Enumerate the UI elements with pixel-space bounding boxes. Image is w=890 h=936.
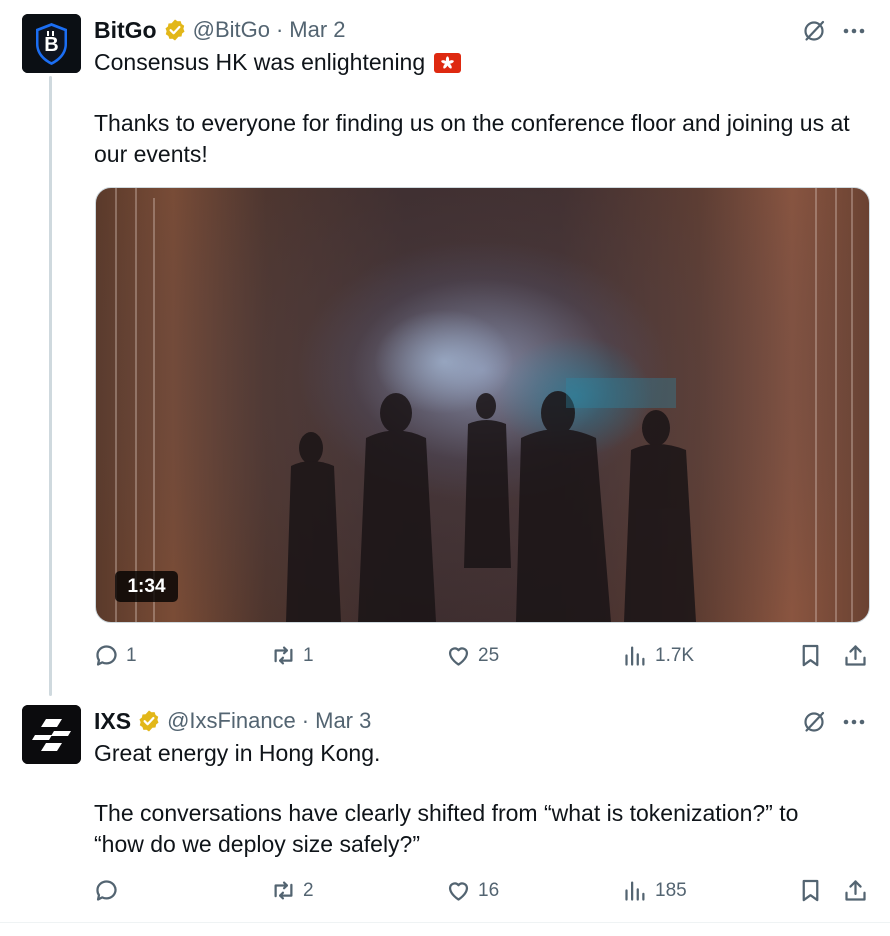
- avatar-ixs[interactable]: [22, 705, 81, 764]
- views-button[interactable]: 1.7K: [622, 642, 694, 669]
- grok-button[interactable]: [801, 709, 827, 740]
- heart-icon: [448, 647, 469, 666]
- bookmark-icon: [802, 644, 819, 667]
- tweet-text-line-2: The conversations have clearly shifted f…: [94, 800, 799, 857]
- video-thumbnail[interactable]: [95, 187, 870, 623]
- more-dots-icon: [843, 719, 865, 725]
- views-button[interactable]: 185: [622, 877, 687, 904]
- tweet-bitgo[interactable]: B BitGo @BitGo · Mar 2 Consensus HK was …: [0, 0, 890, 690]
- svg-text:B: B: [44, 34, 58, 56]
- like-button[interactable]: 16: [445, 877, 499, 904]
- share-icon: [845, 880, 866, 901]
- repost-count: 1: [303, 644, 314, 666]
- tweet-ixs[interactable]: IXS @IxsFinance · Mar 3 Great energy in …: [0, 690, 890, 922]
- separator-dot: ·: [301, 708, 310, 733]
- reply-icon: [96, 880, 117, 901]
- verified-badge-icon: [163, 18, 187, 42]
- tweet-text-line-1: Consensus HK was enlightening: [94, 47, 462, 78]
- views-count: 1.7K: [655, 644, 695, 666]
- reply-icon: [96, 645, 117, 666]
- grok-icon: [804, 711, 825, 732]
- views-icon: [625, 881, 645, 901]
- views-count: 185: [655, 879, 687, 901]
- repost-icon: [274, 881, 293, 900]
- bookmark-button[interactable]: [797, 642, 824, 669]
- bookmark-icon: [802, 879, 819, 902]
- grok-button[interactable]: [801, 18, 827, 49]
- repost-button[interactable]: 2: [270, 877, 314, 904]
- reply-button[interactable]: 1: [93, 642, 137, 669]
- more-dots-icon: [843, 28, 865, 34]
- ixs-logo-icon: [22, 705, 81, 764]
- post-date[interactable]: Mar 2: [289, 17, 345, 43]
- bottom-divider: [0, 922, 890, 923]
- repost-count: 2: [303, 879, 314, 901]
- avatar-bitgo[interactable]: B: [22, 14, 81, 73]
- repost-icon: [274, 646, 293, 665]
- verified-badge-icon: [137, 709, 161, 733]
- tweet-text-line-1: Great energy in Hong Kong.: [94, 740, 381, 766]
- heart-icon: [448, 882, 469, 901]
- more-button[interactable]: [840, 18, 868, 44]
- display-name[interactable]: IXS: [94, 708, 131, 735]
- more-button[interactable]: [840, 709, 868, 735]
- handle[interactable]: @BitGo: [193, 17, 270, 43]
- handle[interactable]: @IxsFinance: [167, 708, 296, 734]
- views-icon: [625, 646, 645, 666]
- share-button[interactable]: [842, 642, 869, 669]
- tweet-text-line-2: Thanks to everyone for finding us on the…: [94, 110, 850, 167]
- share-button[interactable]: [842, 877, 869, 904]
- like-count: 16: [478, 879, 500, 901]
- video-duration-badge: 1:34: [115, 571, 178, 602]
- reply-button[interactable]: [93, 877, 126, 904]
- like-button[interactable]: 25: [445, 642, 499, 669]
- hong-kong-flag-icon: [434, 52, 462, 73]
- repost-button[interactable]: 1: [270, 642, 314, 669]
- post-date[interactable]: Mar 3: [315, 708, 371, 734]
- share-icon: [845, 645, 866, 666]
- reply-count: 1: [126, 644, 137, 666]
- like-count: 25: [478, 644, 500, 666]
- display-name[interactable]: BitGo: [94, 17, 157, 44]
- bitgo-logo-icon: B: [22, 14, 81, 73]
- grok-icon: [804, 20, 825, 41]
- separator-dot: ·: [275, 17, 284, 42]
- bookmark-button[interactable]: [797, 877, 824, 904]
- video-frame-image: [115, 188, 853, 622]
